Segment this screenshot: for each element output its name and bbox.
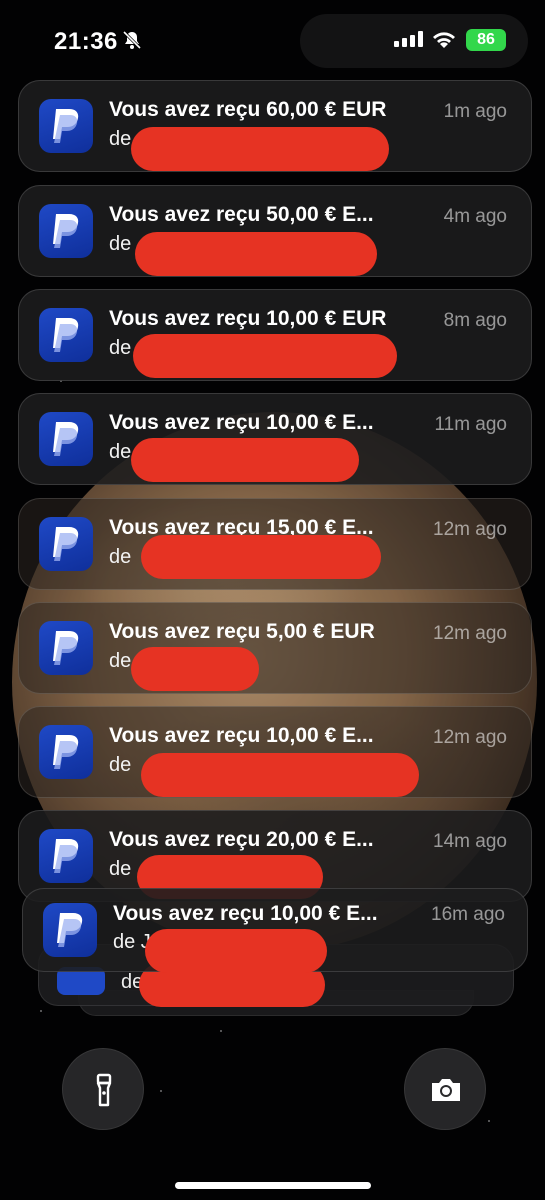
notification-title: Vous avez reçu 10,00 € E... <box>113 902 378 925</box>
redaction-mark <box>145 929 327 973</box>
notification-time: 12m ago <box>433 727 507 748</box>
notification-sender: de <box>109 650 132 672</box>
notification-card[interactable]: Vous avez reçu 5,00 € EUR de 12m ago <box>18 602 532 694</box>
notification-sender: de <box>109 233 132 255</box>
clock: 21:36 <box>54 28 118 55</box>
notification-sender: de <box>109 337 132 359</box>
redaction-mark <box>131 127 389 171</box>
notification-card[interactable]: Vous avez reçu 50,00 € E... de 4m ago <box>18 185 532 277</box>
redaction-mark <box>133 334 397 378</box>
flashlight-button[interactable] <box>62 1048 144 1130</box>
redaction-mark <box>135 232 377 276</box>
notification-title: Vous avez reçu 10,00 € EUR <box>109 307 387 330</box>
notification-card[interactable]: Vous avez reçu 10,00 € E... de 12m ago <box>18 706 532 798</box>
notification-title: Vous avez reçu 50,00 € E... <box>109 203 374 226</box>
paypal-icon <box>39 621 93 675</box>
notification-time: 8m ago <box>443 310 507 331</box>
battery-icon: 86 <box>466 29 506 51</box>
wifi-icon <box>433 32 455 48</box>
notification-time: 16m ago <box>431 904 505 925</box>
notification-card[interactable]: Vous avez reçu 15,00 € E... de 12m ago <box>18 498 532 590</box>
paypal-icon <box>39 412 93 466</box>
bell-slash-icon <box>122 30 142 50</box>
cellular-signal-icon <box>394 31 424 47</box>
paypal-icon <box>39 829 93 883</box>
home-indicator[interactable] <box>175 1182 371 1189</box>
notification-time: 14m ago <box>433 831 507 852</box>
notification-sender: de <box>109 441 132 463</box>
notification-title: Vous avez reçu 5,00 € EUR <box>109 620 375 643</box>
notification-sender: de <box>109 754 132 776</box>
paypal-icon <box>39 517 93 571</box>
redaction-mark <box>131 647 259 691</box>
notification-sender: de <box>109 858 132 880</box>
notification-time: 11m ago <box>434 414 507 435</box>
lock-screen: 21:36 86 Vous avez reçu 60,00 € EUR de J… <box>0 0 545 1200</box>
notification-sender: de <box>109 546 132 568</box>
paypal-icon <box>43 903 97 957</box>
camera-button[interactable] <box>404 1048 486 1130</box>
paypal-icon <box>39 725 93 779</box>
camera-icon <box>432 1079 460 1101</box>
paypal-icon <box>39 204 93 258</box>
redaction-mark <box>141 535 381 579</box>
notification-title: Vous avez reçu 60,00 € EUR <box>109 98 387 121</box>
notification-time: 12m ago <box>433 519 507 540</box>
notification-title: Vous avez reçu 10,00 € E... <box>109 724 374 747</box>
redaction-mark <box>141 753 419 797</box>
flashlight-icon <box>96 1073 112 1107</box>
redaction-mark <box>131 438 359 482</box>
notification-title: Vous avez reçu 10,00 € E... <box>109 411 374 434</box>
notification-card[interactable]: Vous avez reçu 10,00 € E... de J 16m ago <box>22 888 528 973</box>
notification-time: 12m ago <box>433 623 507 644</box>
notification-title: Vous avez reçu 20,00 € E... <box>109 828 374 851</box>
status-bar: 21:36 86 <box>0 0 545 80</box>
paypal-icon <box>39 99 93 153</box>
paypal-icon <box>39 308 93 362</box>
notification-card[interactable]: Vous avez reçu 10,00 € E... de 11m ago <box>18 393 532 485</box>
notification-card[interactable]: Vous avez reçu 10,00 € EUR de 8m ago <box>18 289 532 381</box>
notification-card[interactable]: Vous avez reçu 60,00 € EUR de J 1m ago <box>18 80 532 172</box>
notification-time: 4m ago <box>443 206 507 227</box>
notification-time: 1m ago <box>443 101 507 122</box>
